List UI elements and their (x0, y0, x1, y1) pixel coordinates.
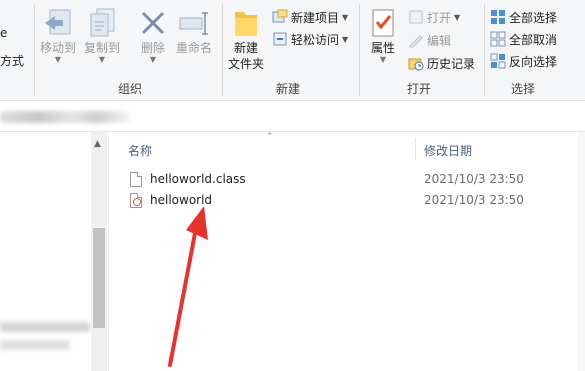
content-scrollbar[interactable] (578, 132, 585, 371)
rename-icon (179, 12, 208, 35)
history-label: 历史记录 (427, 56, 476, 71)
chevron-down-icon: ▼ (454, 12, 461, 22)
select-none-button[interactable]: 全部取消 (490, 30, 557, 48)
easy-access-icon (272, 31, 288, 47)
properties-icon (372, 9, 394, 37)
move-to-label: 移动到 (40, 41, 77, 55)
group-divider (484, 4, 485, 96)
edit-button[interactable]: 编辑 (408, 31, 451, 49)
rename-button[interactable]: 重命名 (176, 6, 212, 56)
delete-label: 删除 (140, 41, 165, 55)
sort-caret-icon: ⌃ (266, 132, 274, 142)
scroll-up-icon[interactable]: ▲ (94, 139, 101, 149)
nav-scrollbar-thumb[interactable] (93, 228, 105, 328)
properties-label: 属性 (370, 41, 395, 55)
edit-label: 编辑 (427, 33, 452, 48)
new-folder-button[interactable]: 新建 文件夹 (228, 6, 264, 72)
file-date: 2021/10/3 23:50 (424, 193, 524, 207)
address-bar[interactable] (0, 101, 585, 132)
column-header-date[interactable]: 修改日期 (424, 142, 472, 159)
new-item-icon (272, 9, 288, 25)
file-date: 2021/10/3 23:50 (424, 172, 524, 186)
java-file-icon (130, 192, 142, 208)
select-none-label: 全部取消 (509, 32, 558, 47)
select-all-label: 全部选择 (509, 10, 558, 25)
move-to-button[interactable]: 移动到 ▼ (40, 6, 76, 64)
properties-button[interactable]: 属性 ▼ (366, 6, 400, 64)
edit-icon (408, 32, 424, 48)
rename-label: 重命名 (176, 41, 213, 55)
file-row[interactable]: helloworld.class (130, 170, 246, 188)
chevron-down-icon: ▼ (342, 12, 349, 22)
new-item-button[interactable]: 新建项目 ▼ (272, 8, 348, 26)
partial-label-top: e (0, 26, 8, 40)
open-label: 打开 (427, 10, 452, 25)
chevron-down-icon: ▼ (54, 55, 62, 64)
new-group-label: 新建 (276, 82, 301, 96)
file-name: helloworld.class (150, 172, 246, 186)
chevron-down-icon: ▼ (98, 55, 106, 64)
invert-selection-button[interactable]: 反向选择 (490, 52, 557, 70)
invert-selection-icon (490, 53, 506, 69)
delete-icon (141, 11, 165, 35)
group-divider (222, 4, 223, 96)
organize-group-label: 组织 (118, 82, 143, 96)
blank-file-icon (130, 171, 142, 187)
blurred-path (0, 111, 130, 123)
new-folder-label-2: 文件夹 (228, 57, 265, 71)
new-item-label: 新建项目 (291, 10, 340, 25)
select-all-button[interactable]: 全部选择 (490, 8, 557, 26)
select-group-label: 选择 (511, 82, 536, 96)
copy-to-button[interactable]: 复制到 ▼ (84, 6, 120, 64)
invert-selection-label: 反向选择 (509, 54, 558, 69)
open-group-label: 打开 (407, 82, 432, 96)
folder-icon (235, 12, 257, 36)
chevron-down-icon: ▼ (149, 55, 157, 64)
move-to-icon (45, 9, 71, 35)
column-divider[interactable] (415, 138, 416, 160)
history-button[interactable]: 历史记录 (408, 54, 475, 72)
easy-access-button[interactable]: 轻松访问 ▼ (272, 30, 348, 48)
paste-shortcut-button[interactable]: 方式 (0, 52, 24, 69)
delete-button[interactable]: 删除 ▼ (136, 6, 170, 64)
ribbon: e 方式 移动到 ▼ 复制到 ▼ 删除 ▼ 重命名 组织 新建 文件夹 新建项目… (0, 0, 585, 101)
group-divider (34, 4, 35, 96)
annotation-arrow-icon (168, 206, 208, 367)
nav-blurred-item (0, 322, 90, 332)
group-divider (359, 4, 360, 96)
open-icon (408, 9, 424, 25)
chevron-down-icon: ▼ (379, 55, 387, 64)
easy-access-label: 轻松访问 (291, 32, 340, 47)
new-folder-label-1: 新建 (234, 41, 259, 55)
nav-blurred-item (0, 340, 70, 350)
open-button[interactable]: 打开 ▼ (408, 8, 460, 26)
select-all-icon (490, 9, 506, 25)
column-header-name[interactable]: 名称 (128, 142, 152, 159)
copy-to-label: 复制到 (84, 41, 121, 55)
copy-to-icon (90, 8, 115, 37)
chevron-down-icon: ▼ (342, 34, 349, 44)
history-icon (408, 55, 424, 71)
select-none-icon (490, 31, 506, 47)
